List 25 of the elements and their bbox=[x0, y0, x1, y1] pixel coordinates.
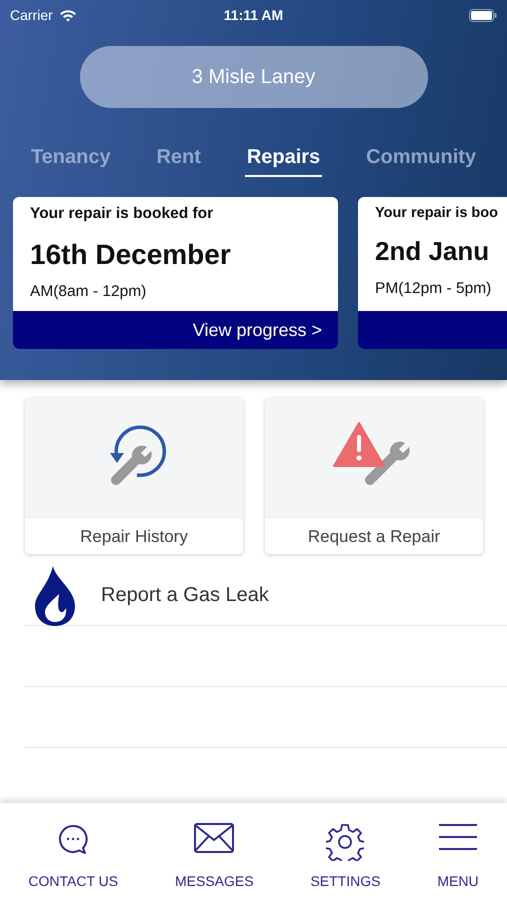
booking-date: 16th December bbox=[30, 238, 232, 272]
settings-icon bbox=[326, 823, 364, 861]
action-tile[interactable]: Repair History bbox=[25, 398, 243, 554]
tab-bar-item[interactable]: MESSAGES bbox=[175, 823, 254, 889]
flame-icon bbox=[33, 566, 77, 626]
view-progress-link[interactable]: View progress > bbox=[192, 320, 322, 340]
tab[interactable]: Community bbox=[364, 142, 478, 177]
booking-time-slot: PM(12pm - 5pm) bbox=[375, 280, 505, 298]
battery-icon bbox=[469, 8, 497, 22]
tab-bar-item[interactable]: MENU bbox=[437, 823, 479, 889]
status-time: 11:11 AM bbox=[224, 7, 284, 23]
tab-bar-item[interactable]: CONTACT US bbox=[28, 823, 118, 889]
envelope-icon bbox=[194, 823, 234, 853]
booking-time-slot: AM(8am - 12pm) bbox=[30, 283, 322, 302]
wifi-icon bbox=[58, 8, 77, 22]
booking-date: 2nd Janu bbox=[375, 236, 490, 268]
action-tile[interactable]: Request a Repair bbox=[265, 398, 483, 554]
tab-bar-item[interactable]: SETTINGS bbox=[310, 823, 380, 889]
booking-heading: Your repair is booked for bbox=[30, 205, 214, 224]
chat-bubble-icon bbox=[56, 823, 90, 857]
menu-icon bbox=[438, 823, 477, 851]
booking-heading: Your repair is boo bbox=[375, 205, 500, 222]
carrier-name: Carrier bbox=[10, 7, 53, 23]
list-item[interactable]: Report a Gas Leak bbox=[25, 566, 507, 626]
tab[interactable]: Repairs bbox=[244, 142, 322, 177]
